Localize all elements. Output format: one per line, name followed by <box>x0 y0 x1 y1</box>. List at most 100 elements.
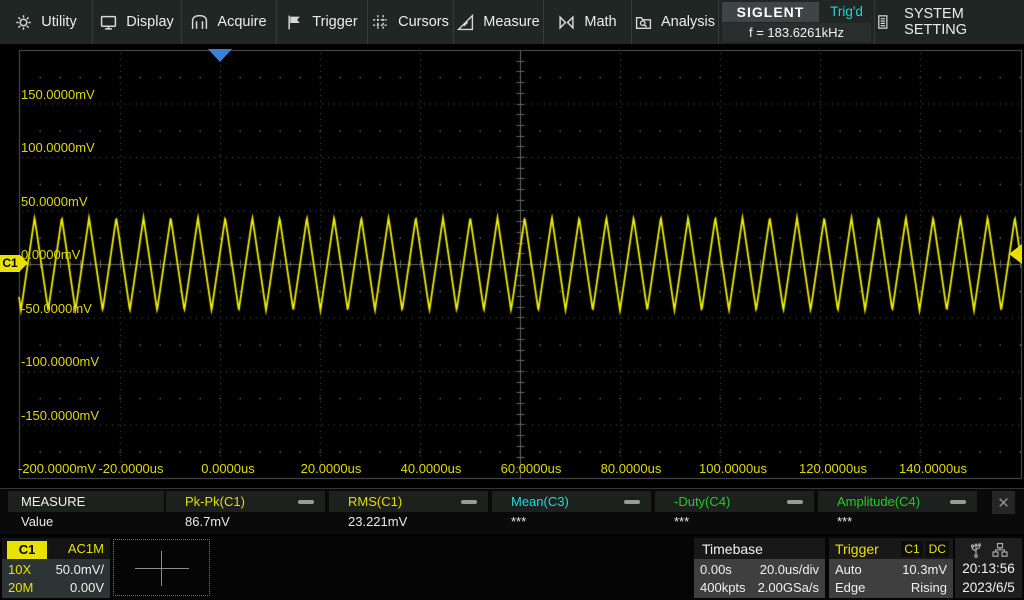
x-axis-label: 120.0000us <box>799 461 867 476</box>
y-axis-label: 150.0000mV <box>21 87 95 102</box>
waveform-plot-area: 150.0000mV 100.0000mV 50.0000mV 0.0000mV… <box>0 45 1024 488</box>
x-axis-label: 140.0000us <box>899 461 967 476</box>
y-axis-label: -50.0000mV <box>21 301 92 316</box>
math-icon <box>558 14 575 31</box>
x-axis-label: 0.0000us <box>201 461 255 476</box>
x-axis-label: 80.0000us <box>601 461 662 476</box>
system-setting-label: SYSTEM SETTING <box>904 6 1024 38</box>
y-axis-label: 50.0000mV <box>21 194 88 209</box>
x-axis-label: 40.0000us <box>401 461 462 476</box>
menu-analysis-label: Analysis <box>661 14 715 30</box>
waveform-display[interactable] <box>0 45 1024 488</box>
clock-time: 20:13:56 <box>962 561 1015 576</box>
timebase-sample-rate: 2.00GSa/s <box>758 580 819 595</box>
list-icon <box>875 13 890 31</box>
flag-icon <box>286 14 303 31</box>
menu-cursors-label: Cursors <box>398 14 449 30</box>
measure-col-duty[interactable]: -Duty(C4) <box>655 491 814 512</box>
lan-icon <box>992 542 1008 558</box>
menu-measure[interactable]: Measure <box>454 0 544 44</box>
menu-analysis[interactable]: Analysis <box>632 0 719 44</box>
close-measure-icon[interactable]: ✕ <box>992 491 1015 514</box>
status-bar: AC1M C1 10X 50.0mV/ 20M 0.00V Timebase <box>0 536 1024 600</box>
y-axis-label: 100.0000mV <box>21 140 95 155</box>
collapse-dash-icon[interactable] <box>298 500 314 504</box>
menu-acquire[interactable]: Acquire <box>182 0 277 44</box>
x-axis-label: 20.0000us <box>301 461 362 476</box>
measure-value: 23.221mV <box>348 514 407 529</box>
measure-value-header: Value <box>21 514 53 529</box>
collapse-dash-icon[interactable] <box>787 500 803 504</box>
menu-display[interactable]: Display <box>93 0 182 44</box>
clock-date: 2023/6/5 <box>962 580 1015 595</box>
crosshair-icon <box>135 568 189 569</box>
measure-value: *** <box>837 514 852 529</box>
y-axis-label: -100.0000mV <box>21 354 99 369</box>
crosshair-icon <box>161 551 162 586</box>
menu-trigger[interactable]: Trigger <box>277 0 368 44</box>
measure-value: *** <box>674 514 689 529</box>
cursors-icon <box>372 14 389 31</box>
measure-col-rms[interactable]: RMS(C1) <box>329 491 488 512</box>
measure-header: MEASURE <box>8 491 164 512</box>
measure-col-amplitude[interactable]: Amplitude(C4) <box>818 491 977 512</box>
x-axis-label: 60.0000us <box>501 461 562 476</box>
menu-cursors[interactable]: Cursors <box>368 0 454 44</box>
timebase-panel[interactable]: Timebase 0.00s 20.0us/div 400kpts 2.00GS… <box>694 538 825 598</box>
x-axis-label: -20.0000us <box>98 461 163 476</box>
measure-panel: MEASURE Pk-Pk(C1) RMS(C1) Mean(C3) -Duty… <box>0 488 1024 534</box>
y-axis-label: 0.0000mV <box>21 247 80 262</box>
channel-attenuation: 10X <box>8 562 31 577</box>
trigger-mode: Auto <box>835 562 862 577</box>
measure-col-mean[interactable]: Mean(C3) <box>492 491 651 512</box>
channel1-badge[interactable]: C1 <box>7 541 47 559</box>
y-axis-label: -150.0000mV <box>21 408 99 423</box>
trigger-position-marker[interactable] <box>208 49 232 62</box>
timebase-delay: 0.00s <box>700 562 732 577</box>
siglent-logo: SIGLENT <box>722 2 819 22</box>
trigger-status-badge: Trig'd <box>819 0 874 22</box>
menu-display-label: Display <box>126 14 174 30</box>
y-axis-label: -200.0000mV <box>18 461 96 476</box>
collapse-dash-icon[interactable] <box>624 500 640 504</box>
trigger-level-marker[interactable] <box>1009 244 1022 264</box>
trigger-level: 10.3mV <box>902 562 947 577</box>
trigger-source-badge: C1 <box>901 541 922 557</box>
menu-utility-label: Utility <box>41 14 76 30</box>
channel-scale: 50.0mV/ <box>56 562 104 577</box>
measure-col-pkpk[interactable]: Pk-Pk(C1) <box>166 491 325 512</box>
menu-measure-label: Measure <box>483 14 539 30</box>
menu-utility[interactable]: Utility <box>0 0 93 44</box>
gear-icon <box>15 14 32 31</box>
trigger-panel[interactable]: Trigger C1 DC Auto 10.3mV Edge Rising <box>829 538 953 598</box>
clock-panel: 20:13:56 2023/6/5 <box>955 538 1022 598</box>
menu-acquire-label: Acquire <box>217 14 266 30</box>
measure-value: 86.7mV <box>185 514 230 529</box>
trigger-title: Trigger <box>835 541 879 557</box>
acquire-icon <box>191 14 208 31</box>
trigger-coupling-badge: DC <box>926 541 949 557</box>
measure-ruler-icon <box>457 14 474 31</box>
collapse-dash-icon[interactable] <box>461 500 477 504</box>
channel-offset: 0.00V <box>70 580 104 595</box>
channel1-offset-marker[interactable]: C1 <box>0 255 20 272</box>
timebase-title: Timebase <box>694 538 825 559</box>
channel1-panel[interactable]: AC1M C1 10X 50.0mV/ 20M 0.00V <box>2 538 110 598</box>
x-axis-label: 100.0000us <box>699 461 767 476</box>
add-channel-box[interactable] <box>113 539 210 596</box>
trigger-slope: Rising <box>911 580 947 595</box>
analysis-icon <box>635 14 652 31</box>
system-setting-button[interactable]: SYSTEM SETTING <box>875 0 1024 44</box>
menu-math[interactable]: Math <box>544 0 632 44</box>
logo-status-block: SIGLENT Trig'd f = 183.6261kHz <box>719 0 875 44</box>
channel-bandwidth: 20M <box>8 580 33 595</box>
timebase-memory: 400kpts <box>700 580 746 595</box>
channel-coupling: AC1M <box>68 541 104 556</box>
collapse-dash-icon[interactable] <box>950 500 966 504</box>
measure-col-name: -Duty(C4) <box>674 494 730 509</box>
measure-col-name: Pk-Pk(C1) <box>185 494 245 509</box>
timebase-scale: 20.0us/div <box>760 562 819 577</box>
menu-trigger-label: Trigger <box>312 14 357 30</box>
top-menu-bar: Utility Display Acquire Trigger Cursors … <box>0 0 1024 44</box>
frequency-readout: f = 183.6261kHz <box>722 23 871 42</box>
